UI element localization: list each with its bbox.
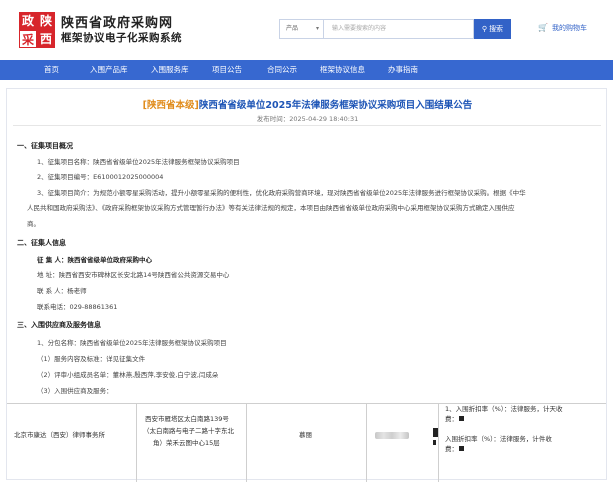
cart-link[interactable]: 🛒 我的购物车	[538, 23, 587, 33]
field-label: 征 集 人：	[37, 256, 68, 264]
text-line: 2、征集项目编号：E6100012025000004	[37, 173, 164, 181]
redacted-mark	[433, 428, 438, 437]
nav-item-announcements[interactable]: 项目公告	[212, 60, 242, 80]
table-cell: 北京市康达（西安）律师事务所	[7, 404, 137, 482]
redacted-phone	[375, 432, 409, 439]
title-text: 陕西省省级单位2025年法律服务框架协议采购项目入围结果公告	[198, 100, 473, 111]
logo-char: 政	[19, 12, 37, 30]
page-title: [陕西省本级]陕西省省级单位2025年法律服务框架协议采购项目入围结果公告	[7, 97, 608, 111]
supplier-name: 北京市康达（西安）律师事务所	[14, 431, 105, 439]
search-button[interactable]: ⚲ 搜索	[474, 19, 511, 39]
nav-item-contracts[interactable]: 合同公示	[267, 60, 297, 80]
redacted-mark	[459, 446, 464, 451]
nav-item-guide[interactable]: 办事指南	[388, 60, 418, 80]
cart-label: 我的购物车	[551, 24, 587, 32]
search-input[interactable]: 输入需要搜索的内容	[324, 19, 474, 39]
text-line: 3、征集项目简介：为规范小额零星采购活动，提升小额零星采购的便利性，优化政府采购…	[37, 189, 526, 197]
section-heading: 三、入围供应商及服务信息	[17, 321, 101, 329]
divider	[13, 125, 601, 126]
text-line: （3）入围供应商及服务：	[37, 387, 113, 395]
search-bar: 产品 ▾ 输入需要搜索的内容 ⚲ 搜索	[279, 19, 511, 39]
text-line: （2）评审小组成员名单：董林燕,殷西萍,李安俊,白宁波,闫成朵	[37, 371, 219, 379]
address-line: （太白南路与电子二路十字东北	[143, 427, 234, 435]
search-category-select[interactable]: 产品 ▾	[279, 19, 324, 39]
table-cell: 慕丽	[247, 404, 367, 482]
terms-line: 入围折扣率（%）：法律服务，计件收	[445, 435, 552, 443]
table-cell: 西安市雁塔区太白南路139号 （太白南路与电子二路十字东北 角）荣禾云图中心15…	[137, 404, 247, 482]
terms-line: 1、入围折扣率（%）：法律服务，计天收	[445, 405, 563, 413]
article-panel: [陕西省本级]陕西省省级单位2025年法律服务框架协议采购项目入围结果公告 发布…	[6, 88, 608, 482]
search-icon: ⚲	[481, 25, 488, 33]
address-line: 角）荣禾云图中心15层	[153, 439, 220, 447]
main-nav: 首页 入围产品库 入围服务库 项目公告 合同公示 框架协议信息 办事指南	[0, 60, 613, 80]
field-value: 陕西省省级单位政府采购中心	[67, 256, 153, 264]
text-line: 地 址：陕西省西安市碑林区长安北路14号陕西省公共资源交易中心	[37, 271, 230, 279]
nav-item-services[interactable]: 入围服务库	[151, 60, 189, 80]
text-line: 1、征集项目名称：陕西省省级单位2025年法律服务框架协议采购项目	[37, 158, 240, 166]
section-heading: 二、征集人信息	[17, 239, 66, 247]
site-subtitle: 框架协议电子化采购系统	[61, 32, 182, 44]
text-line: 人民共和国政府采购法》、《政府采购框架协议采购方式管理暂行办法》等有关法律法规的…	[27, 204, 515, 212]
table-cell: 1、入围折扣率（%）：法律服务，计天收 费： 入围折扣率（%）：法律服务，计件收…	[439, 404, 606, 482]
text-line: 1、分包名称：陕西省省级单位2025年法律服务框架协议采购项目	[37, 339, 227, 347]
region-tag: [陕西省本级]	[142, 100, 199, 111]
table-cell	[367, 404, 439, 482]
terms-line: 费：	[445, 445, 458, 453]
logo-char: 西	[37, 30, 55, 48]
address-line: 西安市雁塔区太白南路139号	[145, 415, 229, 423]
site-title: 陕西省政府采购网	[61, 16, 174, 31]
redacted-mark	[459, 416, 464, 421]
logo-char: 采	[19, 30, 37, 48]
site-logo[interactable]: 政 陕 采 西	[19, 12, 55, 48]
cart-icon: 🛒	[538, 23, 548, 32]
text-line: 联系电话：029-88861361	[37, 303, 118, 311]
search-button-label: 搜索	[489, 25, 504, 33]
nav-item-home[interactable]: 首页	[44, 60, 59, 80]
terms-line: 费：	[445, 415, 458, 423]
text-line: 联 系 人：杨老师	[37, 287, 87, 295]
supplier-table: 北京市康达（西安）律师事务所 西安市雁塔区太白南路139号 （太白南路与电子二路…	[7, 403, 606, 482]
nav-item-framework-info[interactable]: 框架协议信息	[320, 60, 365, 80]
chevron-down-icon: ▾	[315, 25, 319, 32]
text-line: 商。	[27, 220, 40, 228]
nav-item-products[interactable]: 入围产品库	[90, 60, 128, 80]
publish-time: 发布时间：2025-04-29 18:40:31	[256, 115, 359, 123]
logo-char: 陕	[37, 12, 55, 30]
redacted-mark	[433, 440, 436, 445]
contact-person: 慕丽	[299, 431, 312, 439]
site-header: 政 陕 采 西 陕西省政府采购网 框架协议电子化采购系统 产品 ▾ 输入需要搜索…	[0, 0, 613, 58]
text-line: （1）服务内容及标准：详见征集文件	[37, 355, 146, 363]
section-heading: 一、征集项目概况	[17, 142, 73, 150]
search-category-label: 产品	[286, 25, 299, 32]
text-line: 征 集 人：陕西省省级单位政府采购中心	[37, 254, 152, 264]
